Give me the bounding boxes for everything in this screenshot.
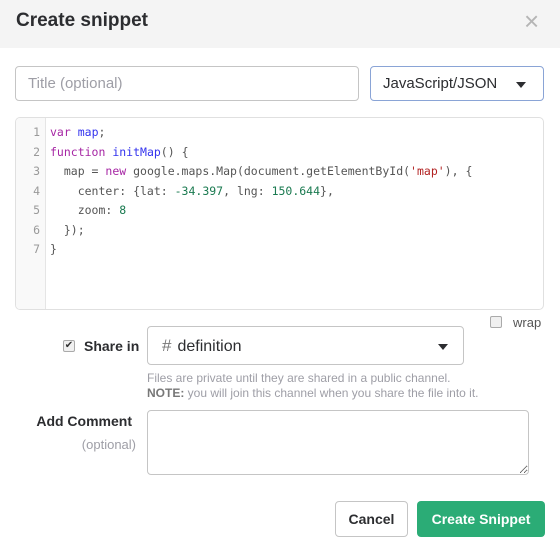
line-number: 7 bbox=[33, 242, 40, 256]
create-snippet-button[interactable]: Create Snippet bbox=[417, 501, 545, 537]
code-line: function initMap() { bbox=[50, 145, 189, 159]
code-token: 'map' bbox=[410, 164, 445, 178]
share-checkbox[interactable]: ✔ bbox=[63, 340, 75, 352]
close-icon[interactable]: × bbox=[524, 6, 539, 37]
line-number-gutter: 1 2 3 4 5 6 7 bbox=[16, 118, 46, 309]
share-help-text: Files are private until they are shared … bbox=[147, 371, 451, 385]
comment-textarea[interactable] bbox=[147, 410, 529, 475]
code-token: center: {lat: bbox=[50, 183, 175, 198]
line-number: 4 bbox=[33, 183, 40, 198]
note-text: you will join this channel when you shar… bbox=[184, 386, 479, 400]
note-label: NOTE: bbox=[147, 386, 185, 400]
comment-label: Add Comment bbox=[36, 413, 132, 429]
channel-select[interactable]: # definition bbox=[147, 326, 464, 365]
language-select[interactable]: JavaScript/JSON bbox=[370, 66, 544, 101]
code-line: }); bbox=[50, 223, 85, 237]
line-number: 1 bbox=[33, 125, 40, 139]
code-token: initMap bbox=[112, 144, 161, 159]
code-token: zoom: bbox=[50, 203, 120, 217]
code-token: google.maps.Map(document.getElementById( bbox=[126, 164, 411, 178]
code-token: function bbox=[50, 144, 106, 159]
code-token: }, bbox=[320, 183, 334, 198]
title-input[interactable] bbox=[15, 66, 359, 101]
code-token: } bbox=[50, 242, 57, 256]
cancel-button[interactable]: Cancel bbox=[335, 501, 408, 537]
code-editor[interactable]: 1 2 3 4 5 6 7 var map; function initMap() { map… bbox=[15, 117, 544, 310]
hash-icon: # bbox=[162, 336, 172, 355]
code-token: , lng: bbox=[223, 183, 272, 198]
line-number: 6 bbox=[33, 222, 40, 237]
share-help-note: NOTE: you will join this channel when yo… bbox=[147, 386, 479, 400]
line-number: 3 bbox=[33, 164, 40, 178]
chevron-down-icon bbox=[438, 344, 448, 350]
line-number: 2 bbox=[33, 144, 40, 159]
code-token: 150.644 bbox=[271, 183, 321, 198]
code-token: 8 bbox=[119, 203, 127, 217]
code-line: center: {lat: -34.397, lng: 150.644}, bbox=[50, 184, 334, 198]
code-token: () { bbox=[160, 144, 189, 159]
code-token: ; bbox=[98, 125, 106, 139]
wrap-checkbox[interactable] bbox=[490, 316, 502, 328]
code-token: new bbox=[105, 164, 127, 178]
code-token: map bbox=[77, 125, 99, 139]
comment-optional-label: (optional) bbox=[81, 437, 136, 452]
wrap-label: wrap bbox=[513, 315, 542, 330]
code-line: map = new google.maps.Map(document.getEl… bbox=[50, 164, 473, 178]
code-line: } bbox=[50, 242, 57, 256]
code-token: map = bbox=[50, 164, 106, 178]
code-line: var map; bbox=[50, 125, 105, 139]
code-token: var bbox=[50, 125, 71, 139]
language-selected: JavaScript/JSON bbox=[383, 75, 498, 92]
code-token: }); bbox=[50, 222, 85, 237]
chevron-down-icon bbox=[516, 82, 526, 88]
code-line: zoom: 8 bbox=[50, 203, 127, 217]
dialog-title: Create snippet bbox=[16, 10, 148, 31]
code-token: -34.397 bbox=[174, 183, 224, 198]
line-number: 5 bbox=[33, 203, 40, 217]
share-label: Share in bbox=[84, 338, 140, 354]
code-token: ), { bbox=[444, 164, 473, 178]
channel-name: definition bbox=[177, 338, 242, 355]
